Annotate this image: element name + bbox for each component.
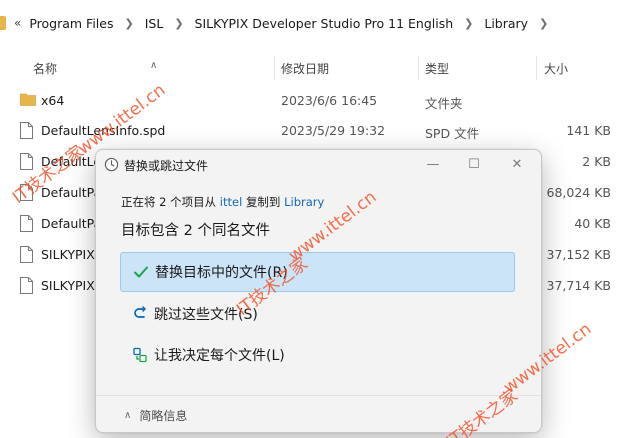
file-icon xyxy=(20,246,36,264)
chevron-right-icon[interactable]: ❯ xyxy=(457,17,480,30)
skip-files-label: 跳过这些文件(S) xyxy=(154,307,258,323)
source-folder-link[interactable]: ittel xyxy=(220,195,242,209)
replace-files-label: 替换目标中的文件(R) xyxy=(155,265,288,281)
dialog-footer: ∧ 简略信息 xyxy=(96,395,541,432)
copy-progress-icon xyxy=(104,157,119,172)
file-size: 37,152 KB xyxy=(546,247,611,262)
file-row[interactable]: x64 2023/6/6 16:45 文件夹 xyxy=(0,86,629,117)
replace-files-option[interactable]: 替换目标中的文件(R) xyxy=(120,252,515,292)
folder-icon xyxy=(0,16,6,30)
file-type: 文件夹 xyxy=(425,96,463,111)
replace-or-skip-dialog: 替换或跳过文件 — ☐ ✕ 正在将 2 个项目从 ittel 复制到 Libra… xyxy=(95,149,542,433)
file-size: 2 KB xyxy=(582,154,611,169)
dialog-title: 替换或跳过文件 xyxy=(124,159,209,173)
breadcrumb-program-files[interactable]: Program Files xyxy=(25,16,117,31)
chevron-right-icon[interactable]: ❯ xyxy=(118,17,141,30)
file-icon xyxy=(20,122,36,140)
decide-each-file-option[interactable]: 让我决定每个文件(L) xyxy=(120,335,515,375)
file-name: DefaultPa xyxy=(41,185,102,200)
file-name: SILKYPIX xyxy=(41,278,95,293)
file-name: DefaultLensInfo.spd xyxy=(41,123,166,138)
file-name: DefaultPa xyxy=(41,216,102,231)
breadcrumb-overflow-icon[interactable]: « xyxy=(14,16,21,30)
destination-folder-link[interactable]: Library xyxy=(284,195,324,209)
column-header-size[interactable]: 大小 xyxy=(544,60,568,77)
column-divider[interactable] xyxy=(274,56,275,80)
file-name: DefaultLe xyxy=(41,154,102,169)
maximize-button[interactable]: ☐ xyxy=(452,150,496,178)
check-icon xyxy=(132,263,150,281)
decide-icon xyxy=(131,346,149,364)
file-size: 40 KB xyxy=(574,216,611,231)
breadcrumb-isl[interactable]: ISL xyxy=(141,16,168,31)
file-date: 2023/6/6 16:45 xyxy=(281,93,378,108)
breadcrumb-silkypix[interactable]: SILKYPIX Developer Studio Pro 11 English xyxy=(191,16,458,31)
address-bar-breadcrumb[interactable]: « Program Files ❯ ISL ❯ SILKYPIX Develop… xyxy=(0,0,629,46)
column-divider[interactable] xyxy=(418,56,419,80)
column-header-type[interactable]: 类型 xyxy=(425,60,449,77)
column-header-row: 名称 ∧ 修改日期 类型 大小 xyxy=(0,52,629,82)
file-icon xyxy=(20,153,36,171)
minimize-button[interactable]: — xyxy=(411,150,455,178)
column-header-date[interactable]: 修改日期 xyxy=(281,60,329,77)
breadcrumb-library[interactable]: Library xyxy=(480,16,532,31)
decide-each-file-label: 让我决定每个文件(L) xyxy=(154,348,285,364)
fewer-details-label: 简略信息 xyxy=(139,409,188,423)
file-size: 37,714 KB xyxy=(546,278,611,293)
file-size: 68,024 KB xyxy=(546,185,611,200)
file-row[interactable]: DefaultLensInfo.spd 2023/5/29 19:32 SPD 文件… xyxy=(0,116,629,147)
file-size: 141 KB xyxy=(566,123,611,138)
chevron-right-icon[interactable]: ❯ xyxy=(167,17,190,30)
file-icon xyxy=(20,277,36,295)
file-icon xyxy=(20,215,36,233)
copy-status-text: 正在将 2 个项目从 ittel 复制到 Library xyxy=(121,194,324,210)
status-mid: 复制到 xyxy=(245,195,281,209)
file-name: x64 xyxy=(41,93,65,108)
folder-icon xyxy=(20,92,36,110)
file-type: SPD 文件 xyxy=(425,126,480,141)
chevron-up-icon: ∧ xyxy=(124,410,132,421)
chevron-right-icon[interactable]: ❯ xyxy=(532,17,555,30)
dialog-titlebar[interactable]: 替换或跳过文件 — ☐ ✕ xyxy=(96,150,541,178)
skip-files-option[interactable]: 跳过这些文件(S) xyxy=(120,294,515,334)
skip-icon xyxy=(131,305,149,323)
sort-chevron-icon: ∧ xyxy=(150,60,158,71)
fewer-details-button[interactable]: ∧ 简略信息 xyxy=(124,407,187,424)
close-button[interactable]: ✕ xyxy=(495,150,539,178)
column-header-name[interactable]: 名称 xyxy=(33,60,57,77)
file-date: 2023/5/29 19:32 xyxy=(281,123,386,138)
file-name: SILKYPIX xyxy=(41,247,95,262)
file-icon xyxy=(20,184,36,202)
column-divider[interactable] xyxy=(536,56,537,80)
conflict-headline: 目标包含 2 个同名文件 xyxy=(121,223,270,239)
status-prefix: 正在将 2 个项目从 xyxy=(121,195,217,209)
